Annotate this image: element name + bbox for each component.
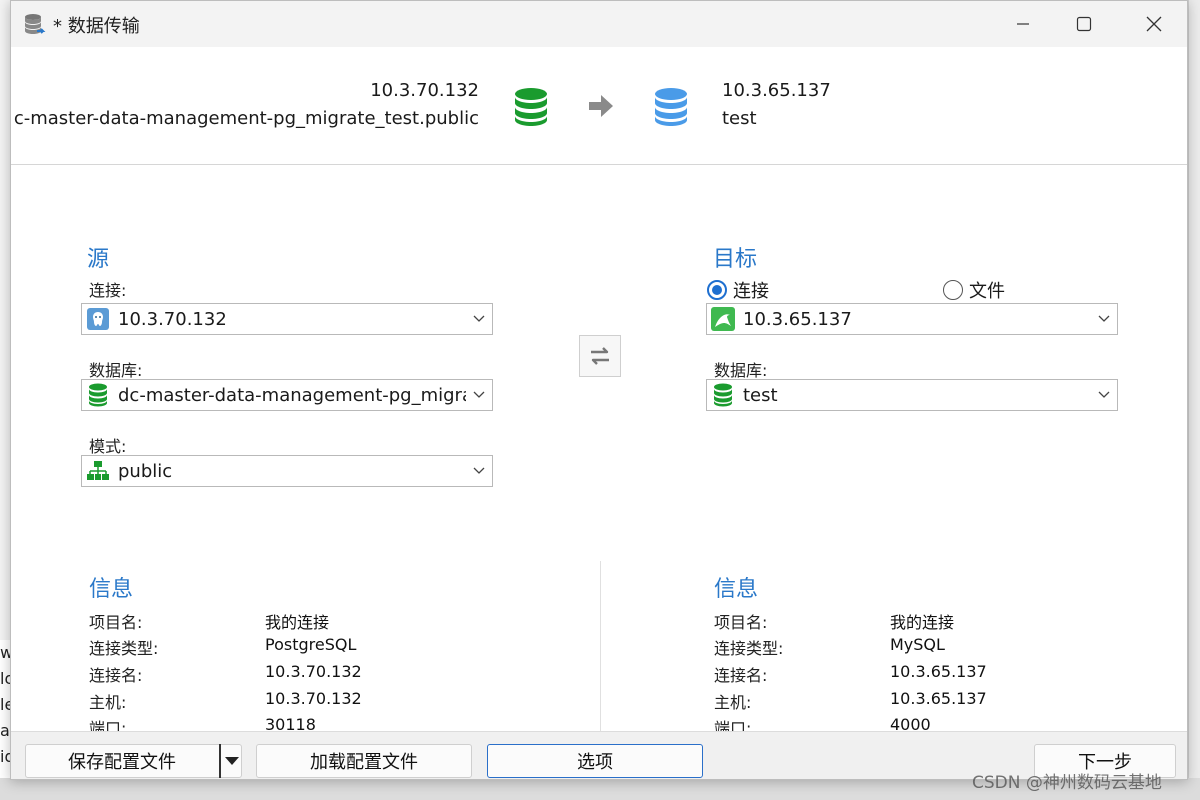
target-section-title: 目标: [713, 247, 758, 272]
target-connection-select[interactable]: 10.3.65.137: [706, 303, 1118, 335]
info-key: 项目名:: [714, 613, 768, 632]
summary-source-database: c-master-data-management-pg_migrate_test…: [13, 108, 479, 129]
minimize-icon: [1017, 23, 1029, 25]
postgresql-icon: [86, 307, 110, 331]
swap-source-target-button[interactable]: [579, 335, 621, 377]
background-app-right-edge: [1188, 0, 1200, 800]
info-key: 连接类型:: [89, 639, 159, 658]
target-connection-radio[interactable]: 连接: [707, 277, 769, 303]
data-transfer-icon: [23, 13, 47, 37]
minimize-button[interactable]: [993, 1, 1053, 47]
target-file-radio-label: 文件: [969, 281, 1005, 302]
info-value: 我的连接: [265, 613, 330, 632]
target-connection-value: 10.3.65.137: [743, 308, 852, 330]
target-database-select[interactable]: test: [706, 379, 1118, 411]
source-section-title: 源: [87, 247, 110, 272]
target-database-value: test: [743, 384, 778, 406]
maximize-icon: [1076, 16, 1092, 32]
watermark: CSDN @神州数码云基地: [972, 773, 1162, 793]
source-database-select[interactable]: dc-master-data-management-pg_migrate_tes…: [81, 379, 493, 411]
info-value: 10.3.70.132: [265, 689, 362, 708]
database-icon: [711, 383, 735, 407]
source-connection-select[interactable]: 10.3.70.132: [81, 303, 493, 335]
summary-target-database: test: [722, 108, 757, 129]
save-profile-dropdown[interactable]: [219, 744, 243, 778]
info-value: 10.3.70.132: [265, 662, 362, 681]
radio-unselected-icon: [943, 280, 963, 300]
info-key: 主机:: [89, 693, 127, 712]
chevron-down-icon: [466, 456, 492, 486]
close-button[interactable]: [1124, 1, 1184, 47]
target-connection-radio-label: 连接: [733, 281, 769, 302]
chevron-down-icon: [1091, 380, 1117, 410]
title-bar[interactable]: * 数据传输: [11, 1, 1187, 47]
summary-source-host: 10.3.70.132: [370, 80, 479, 101]
source-database-icon: [513, 87, 549, 131]
info-key: 连接名:: [89, 666, 143, 685]
info-value: PostgreSQL: [265, 635, 357, 654]
source-database-label: 数据库:: [89, 361, 143, 380]
info-value: 10.3.65.137: [890, 689, 987, 708]
target-info-title: 信息: [714, 577, 759, 602]
close-icon: [1146, 16, 1162, 32]
window-title: * 数据传输: [53, 16, 140, 37]
mysql-icon: [711, 307, 735, 331]
info-value: MySQL: [890, 635, 945, 654]
source-schema-value: public: [118, 460, 173, 482]
transfer-arrow-icon: [589, 95, 613, 121]
source-info-title: 信息: [89, 577, 134, 602]
target-database-label: 数据库:: [714, 361, 768, 380]
maximize-button[interactable]: [1054, 1, 1114, 47]
source-connection-value: 10.3.70.132: [118, 308, 227, 330]
info-key: 主机:: [714, 693, 752, 712]
caret-down-icon: [225, 757, 239, 765]
info-key: 项目名:: [89, 613, 143, 632]
chevron-down-icon: [1091, 304, 1117, 334]
save-profile-label: 保存配置文件: [68, 752, 176, 773]
data-transfer-dialog: * 数据传输 10.3.70.132 c-master-data-managem…: [10, 0, 1188, 780]
source-schema-label: 模式:: [89, 437, 127, 456]
options-button[interactable]: 选项: [487, 744, 703, 778]
source-connection-label: 连接:: [89, 281, 127, 300]
info-key: 连接名:: [714, 666, 768, 685]
info-key: 连接类型:: [714, 639, 784, 658]
source-database-value: dc-master-data-management-pg_migrate_tes…: [118, 384, 466, 406]
schema-icon: [86, 459, 110, 483]
info-value: 我的连接: [890, 613, 955, 632]
load-profile-button[interactable]: 加载配置文件: [256, 744, 472, 778]
info-value: 10.3.65.137: [890, 662, 987, 681]
summary-target-host: 10.3.65.137: [722, 80, 831, 101]
radio-selected-icon: [707, 280, 727, 300]
database-icon: [86, 383, 110, 407]
save-profile-button[interactable]: 保存配置文件: [25, 744, 242, 778]
chevron-down-icon: [466, 380, 492, 410]
swap-icon: [591, 347, 609, 365]
target-file-radio[interactable]: 文件: [943, 277, 1005, 303]
info-divider: [600, 561, 601, 731]
source-schema-select[interactable]: public: [81, 455, 493, 487]
chevron-down-icon: [466, 304, 492, 334]
target-database-icon: [653, 87, 689, 131]
transfer-summary-header: 10.3.70.132 c-master-data-management-pg_…: [11, 47, 1187, 165]
